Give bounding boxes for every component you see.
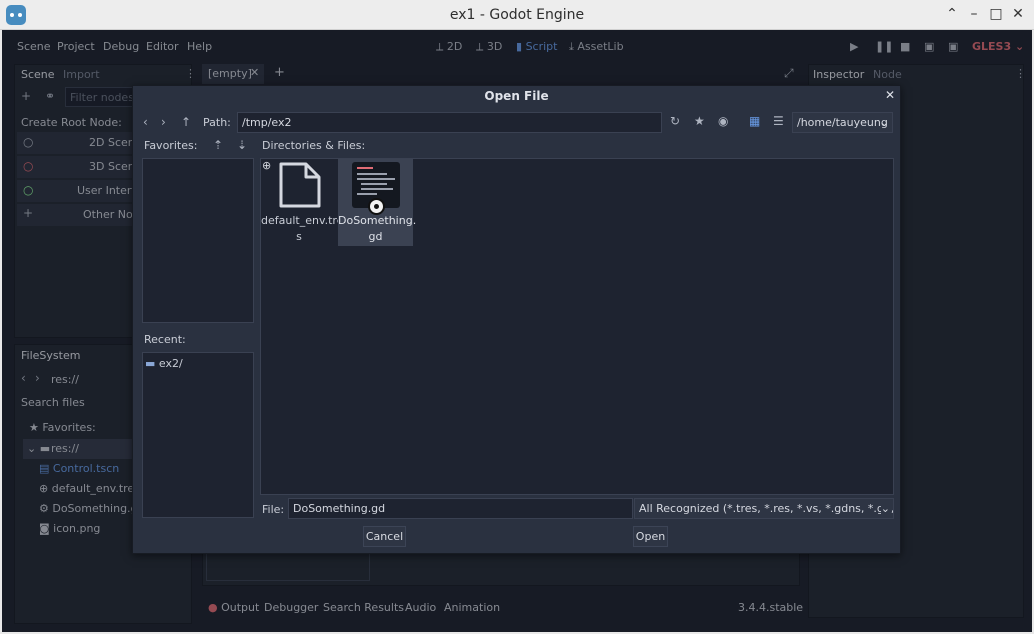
forward-icon[interactable]: ›	[161, 115, 166, 129]
file-name-line: gd	[368, 230, 383, 243]
recent-list: ▬ ex2/	[142, 352, 254, 518]
maximize-icon[interactable]: □	[988, 6, 1004, 22]
mouse-cursor-icon	[368, 198, 385, 215]
up-directory-icon[interactable]: ↑	[181, 115, 191, 129]
close-icon[interactable]: ✕	[1010, 6, 1026, 22]
minimize-icon[interactable]: –	[966, 6, 982, 22]
open-file-dialog: Open File ✕ ‹ › ↑ Path: /tmp/ex2 ↻ ★ ◉ ▦…	[132, 85, 901, 554]
file-name-input[interactable]: DoSomething.gd	[288, 498, 633, 519]
environment-icon: ⊕	[262, 159, 272, 172]
favorites-label: Favorites:	[144, 139, 198, 152]
file-item-selected[interactable]: DoSomething. gd	[338, 159, 417, 246]
list-view-icon[interactable]: ☰	[773, 114, 784, 128]
close-icon[interactable]: ✕	[885, 88, 895, 102]
toggle-hidden-eye-icon[interactable]: ◉	[718, 114, 728, 128]
file-grid: ⊕ default_env.tre s DoSomething. gd	[260, 158, 894, 495]
recent-item[interactable]: ▬ ex2/	[145, 357, 183, 370]
cancel-button[interactable]: Cancel	[363, 526, 406, 547]
file-name: default_env.tre s	[261, 213, 343, 245]
recent-item-label: ex2/	[158, 357, 183, 370]
file-name-line: s	[296, 230, 302, 243]
file-name-line: DoSomething.	[338, 214, 417, 227]
file-name-line: default_env.tre	[261, 214, 344, 227]
recent-label: Recent:	[144, 333, 186, 346]
move-favorite-down-icon[interactable]: ⇣	[237, 138, 247, 152]
generic-file-icon	[279, 162, 321, 208]
chevron-down-icon: ⌄	[879, 116, 889, 129]
favorites-list[interactable]	[142, 158, 254, 323]
path-input[interactable]: /tmp/ex2	[237, 112, 662, 133]
dialog-title: Open File	[484, 89, 549, 103]
drive-select[interactable]: /home/tauyeung ⌄	[792, 112, 893, 133]
path-label: Path:	[203, 116, 231, 129]
back-icon[interactable]: ‹	[143, 115, 148, 129]
filter-label: All Recognized (*.tres, *.res, *.vs, *.g…	[639, 502, 894, 515]
chevron-up-icon[interactable]: ⌃	[944, 6, 960, 22]
window-title: ex1 - Godot Engine	[449, 7, 585, 23]
os-title-bar: ex1 - Godot Engine ⌃ – □ ✕	[0, 0, 1034, 30]
file-item[interactable]: ⊕ default_env.tre s	[261, 159, 343, 245]
filter-select[interactable]: All Recognized (*.tres, *.res, *.vs, *.g…	[634, 498, 894, 519]
grid-view-icon[interactable]: ▦	[749, 114, 760, 128]
move-favorite-up-icon[interactable]: ⇡	[213, 138, 223, 152]
chevron-down-icon: ⌄	[880, 502, 890, 515]
file-label: File:	[262, 503, 285, 516]
folder-icon: ▬	[145, 357, 156, 370]
directories-files-label: Directories & Files:	[262, 139, 366, 152]
drive-label: /home/tauyeung	[797, 116, 888, 129]
open-button[interactable]: Open	[633, 526, 668, 547]
favorite-star-icon[interactable]: ★	[694, 114, 705, 128]
file-name: DoSomething. gd	[338, 213, 417, 245]
refresh-icon[interactable]: ↻	[670, 114, 680, 128]
